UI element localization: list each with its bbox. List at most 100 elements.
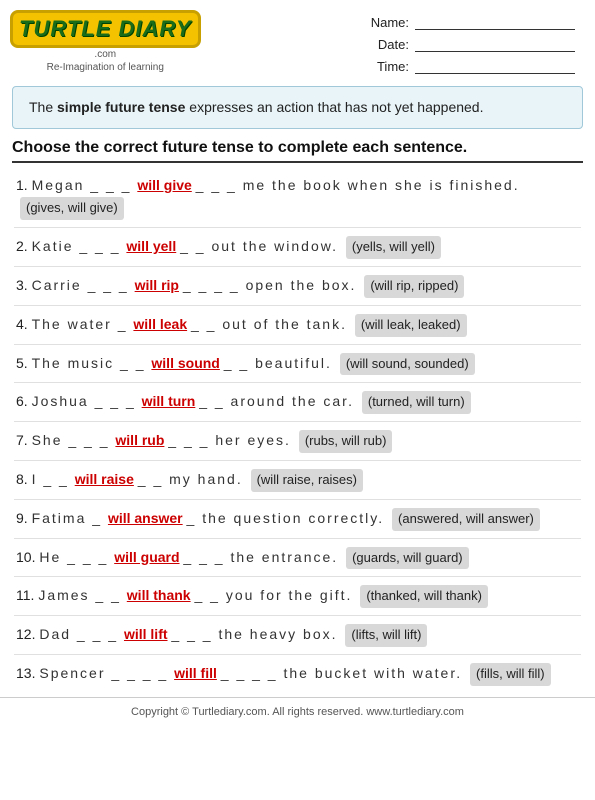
blank-before: Dad _ _ _ xyxy=(39,626,124,642)
sentence-num: 5. xyxy=(16,355,32,371)
blank-after: _ _ beautiful. xyxy=(224,355,332,371)
answer-text: will yell xyxy=(126,238,176,254)
blank-before: He _ _ _ xyxy=(39,549,114,565)
name-row: Name: xyxy=(367,14,575,30)
sentence-row: 11. James _ _ will thank _ _ you for the… xyxy=(14,577,581,616)
sentence-row: 1. Megan _ _ _ will give _ _ _ me the bo… xyxy=(14,167,581,228)
info-bold: simple future tense xyxy=(57,99,185,115)
name-fields: Name: Date: Time: xyxy=(367,14,575,74)
blank-before: Spencer _ _ _ _ xyxy=(39,665,174,681)
sentence-num: 9. xyxy=(16,510,32,526)
choices-badge: (answered, will answer) xyxy=(392,508,540,531)
choices-badge: (will sound, sounded) xyxy=(340,353,475,376)
sentence-num: 7. xyxy=(16,432,32,448)
blank-after: _ _ _ her eyes. xyxy=(168,432,291,448)
time-row: Time: xyxy=(367,58,575,74)
blank-after: _ _ _ the heavy box. xyxy=(171,626,337,642)
answer-text: will turn xyxy=(142,393,196,409)
sentence-num: 10. xyxy=(16,549,39,565)
blank-before: Katie _ _ _ xyxy=(32,238,127,254)
blank-before: I _ _ xyxy=(32,471,75,487)
sentence-row: 6. Joshua _ _ _ will turn _ _ around the… xyxy=(14,383,581,422)
choices-badge: (will rip, ripped) xyxy=(364,275,464,298)
logo-box: TURTLE DIARY xyxy=(10,10,201,48)
sentence-num: 1. xyxy=(16,177,32,193)
blank-after: _ the question correctly. xyxy=(187,510,385,526)
blank-before: The music _ _ xyxy=(32,355,152,371)
answer-text: will leak xyxy=(133,316,187,332)
answer-text: will fill xyxy=(174,665,217,681)
time-line xyxy=(415,58,575,74)
answer-text: will lift xyxy=(124,626,168,642)
logo-area: TURTLE DIARY .com Re-Imagination of lear… xyxy=(10,10,201,73)
blank-before: She _ _ _ xyxy=(32,432,116,448)
sentence-row: 8. I _ _ will raise _ _ my hand. (will r… xyxy=(14,461,581,500)
logo-text: TURTLE DIARY xyxy=(19,16,192,42)
name-label: Name: xyxy=(367,15,409,30)
answer-text: will guard xyxy=(114,549,179,565)
blank-before: Carrie _ _ _ xyxy=(32,277,135,293)
blank-after: _ _ out the window. xyxy=(180,238,338,254)
blank-after: _ _ my hand. xyxy=(138,471,243,487)
time-label: Time: xyxy=(367,59,409,74)
sentences-list: 1. Megan _ _ _ will give _ _ _ me the bo… xyxy=(14,167,581,693)
blank-before: Joshua _ _ _ xyxy=(32,393,142,409)
sentence-row: 4. The water _ will leak _ _ out of the … xyxy=(14,306,581,345)
blank-after: _ _ you for the gift. xyxy=(194,587,352,603)
choices-badge: (yells, will yell) xyxy=(346,236,441,259)
choices-badge: (guards, will guard) xyxy=(346,547,469,570)
answer-text: will raise xyxy=(75,471,134,487)
answer-text: will rub xyxy=(115,432,164,448)
answer-text: will rip xyxy=(135,277,179,293)
date-line xyxy=(415,36,575,52)
logo-com: .com xyxy=(94,49,116,60)
choices-badge: (lifts, will lift) xyxy=(345,624,427,647)
answer-text: will answer xyxy=(108,510,183,526)
blank-after: _ _ _ _ open the box. xyxy=(183,277,357,293)
sentence-row: 12. Dad _ _ _ will lift _ _ _ the heavy … xyxy=(14,616,581,655)
sentence-row: 5. The music _ _ will sound _ _ beautifu… xyxy=(14,345,581,384)
sentence-row: 2. Katie _ _ _ will yell _ _ out the win… xyxy=(14,228,581,267)
blank-after: _ _ _ the entrance. xyxy=(183,549,338,565)
sentence-num: 11. xyxy=(16,587,38,603)
blank-after: _ _ _ me the book when she is finished. xyxy=(196,177,520,193)
sentence-num: 8. xyxy=(16,471,32,487)
info-text-after: expresses an action that has not yet hap… xyxy=(185,99,483,115)
sentence-num: 12. xyxy=(16,626,39,642)
sentence-row: 9. Fatima _ will answer _ the question c… xyxy=(14,500,581,539)
choices-badge: (turned, will turn) xyxy=(362,391,471,414)
logo-tagline: Re-Imagination of learning xyxy=(47,62,164,73)
answer-text: will give xyxy=(137,177,191,193)
sentence-num: 13. xyxy=(16,665,39,681)
choices-badge: (rubs, will rub) xyxy=(299,430,393,453)
blank-before: James _ _ xyxy=(38,587,126,603)
sentence-num: 4. xyxy=(16,316,32,332)
sentence-row: 3. Carrie _ _ _ will rip _ _ _ _ open th… xyxy=(14,267,581,306)
choices-badge: (thanked, will thank) xyxy=(360,585,488,608)
info-box: The simple future tense expresses an act… xyxy=(12,86,583,129)
blank-before: Fatima _ xyxy=(32,510,108,526)
blank-before: The water _ xyxy=(32,316,134,332)
sentence-num: 2. xyxy=(16,238,32,254)
instructions: Choose the correct future tense to compl… xyxy=(12,139,583,163)
date-label: Date: xyxy=(367,37,409,52)
sentence-row: 10. He _ _ _ will guard _ _ _ the entran… xyxy=(14,539,581,578)
sentence-row: 13. Spencer _ _ _ _ will fill _ _ _ _ th… xyxy=(14,655,581,693)
sentence-num: 3. xyxy=(16,277,32,293)
date-row: Date: xyxy=(367,36,575,52)
blank-after: _ _ out of the tank. xyxy=(191,316,347,332)
answer-text: will sound xyxy=(151,355,219,371)
sentence-num: 6. xyxy=(16,393,32,409)
choices-badge: (fills, will fill) xyxy=(470,663,551,686)
info-text-before: The xyxy=(29,99,57,115)
name-line xyxy=(415,14,575,30)
choices-badge: (gives, will give) xyxy=(20,197,124,220)
blank-after: _ _ _ _ the bucket with water. xyxy=(221,665,462,681)
answer-text: will thank xyxy=(127,587,191,603)
blank-before: Megan _ _ _ xyxy=(32,177,138,193)
header: TURTLE DIARY .com Re-Imagination of lear… xyxy=(0,0,595,80)
blank-after: _ _ around the car. xyxy=(199,393,354,409)
footer: Copyright © Turtlediary.com. All rights … xyxy=(0,697,595,724)
choices-badge: (will raise, raises) xyxy=(251,469,363,492)
sentence-row: 7. She _ _ _ will rub _ _ _ her eyes. (r… xyxy=(14,422,581,461)
